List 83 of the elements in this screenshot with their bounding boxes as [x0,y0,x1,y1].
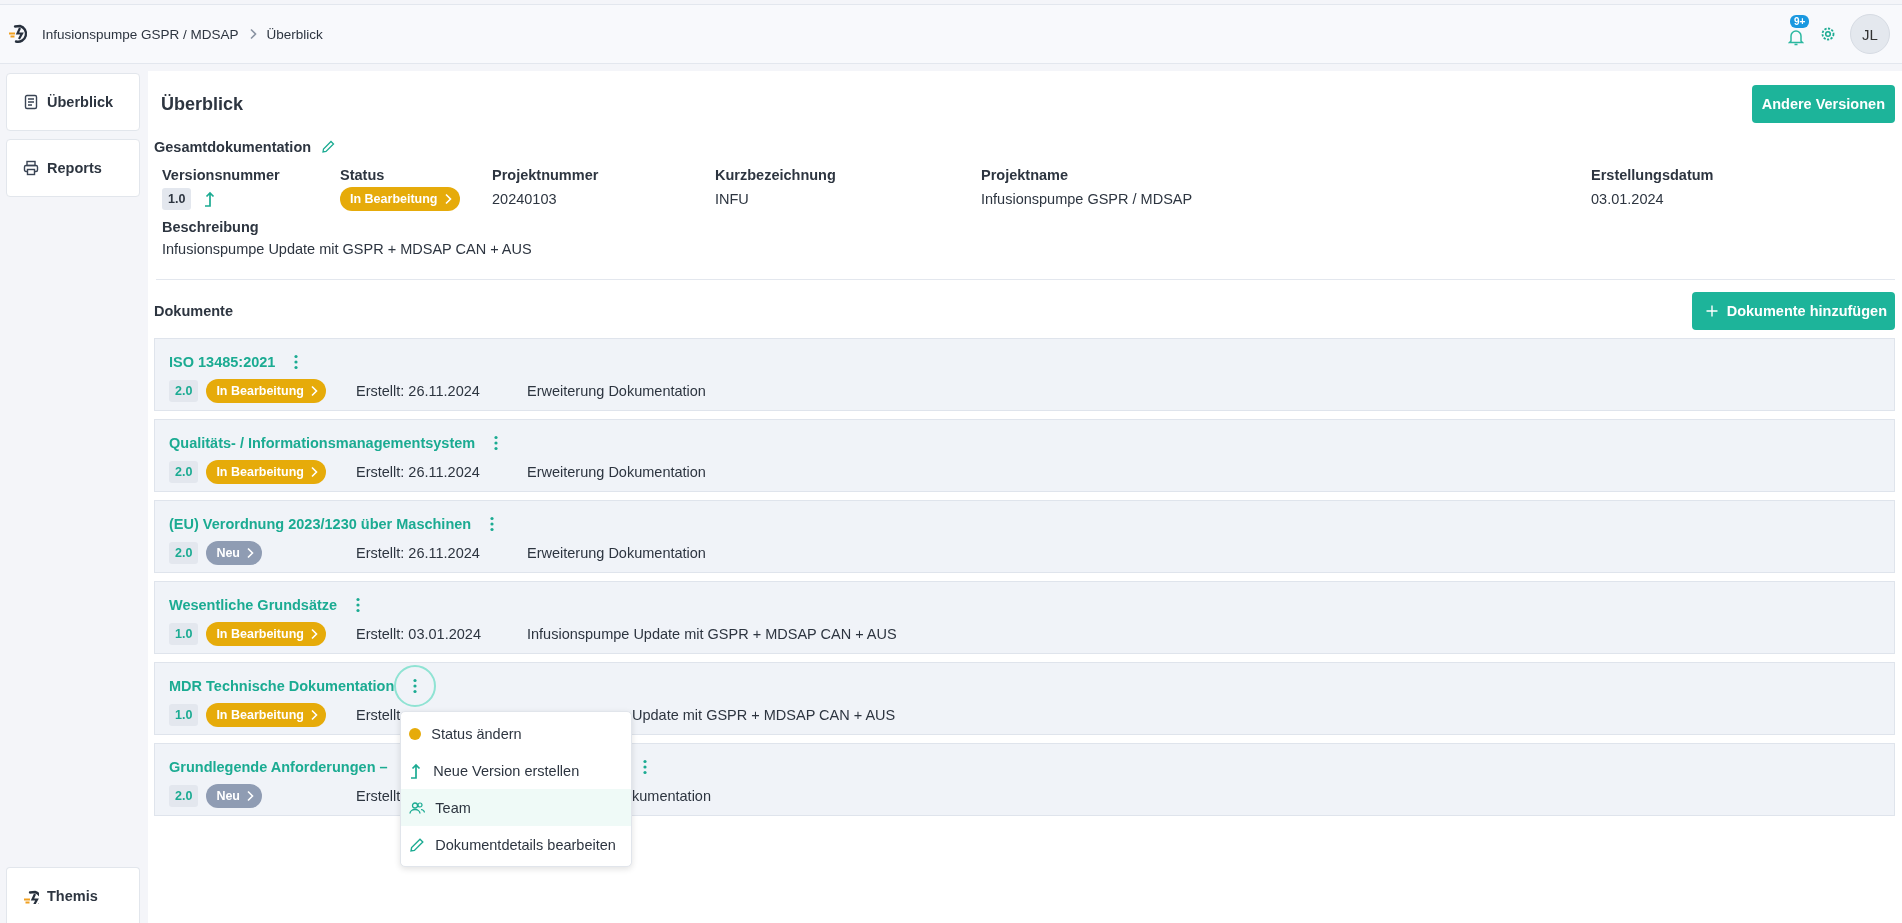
section-title: Dokumente [154,303,233,319]
field-label: Versionsnummer [162,167,281,185]
document-icon [23,94,39,110]
field-value: Infusionspumpe Update mit GSPR + MDSAP CAN + AUS [162,241,533,257]
page-title: Überblick [161,93,244,115]
document-description: Erweiterung Dokumentation [527,464,706,480]
chevron-icon [443,193,452,205]
more-icon [412,678,419,694]
status-button[interactable]: Neu [206,541,262,565]
settings-icon[interactable] [1820,26,1836,42]
document-title-link[interactable]: MDR Technische Dokumentation [169,678,395,694]
version-label: 2.0 [169,785,199,807]
menu-item[interactable]: Team [401,789,632,826]
more-icon [642,759,648,775]
notification-badge: 9+ [1790,15,1810,28]
version-label: 2.0 [169,542,199,564]
breadcrumb-link[interactable]: Überblick [266,26,323,42]
version-label: 1.0 [162,188,192,210]
dot-icon [409,727,422,740]
document-title-link[interactable]: (EU) Verordnung 2023/1230 über Maschinen [169,516,472,532]
add-documents-button[interactable]: Dokumente hinzufügen [1691,292,1895,330]
status-button[interactable]: In Bearbeitung [206,379,326,403]
chevron-icon [309,385,318,397]
menu-item[interactable]: Status ändern [401,715,632,752]
field-value: 20240103 [492,191,557,207]
field-label: Status [340,167,386,185]
pencil-icon[interactable] [321,140,336,154]
status-button[interactable]: In Bearbeitung [206,703,326,727]
more-icon [355,597,362,613]
version-label: 2.0 [169,380,199,402]
other-versions-button[interactable]: Andere Versionen [1751,85,1895,123]
pencil-icon [409,836,426,853]
document-description: Erweiterung Dokumentation [527,383,706,399]
version-label: 2.0 [169,461,199,483]
sidebar-item[interactable]: Überblick [6,73,140,131]
document-title-link[interactable]: ISO 13485:2021 [169,354,276,370]
bell-icon[interactable] [1788,28,1804,46]
field-label: Kurzbezeichnung [715,167,837,185]
chevron-icon [246,790,254,802]
status-button[interactable]: Neu [206,784,262,808]
more-icon [293,354,300,370]
chevron-icon [309,628,318,640]
plus-icon [1705,305,1718,317]
field-label: Beschreibung [162,219,260,237]
menu-item[interactable]: Dokumentdetails bearbeiten [401,826,632,863]
sidebar-footer-item[interactable]: Themis [6,867,140,923]
field-label: Erstellungsdatum [1591,167,1715,185]
sidebar-item[interactable]: Reports [6,139,140,197]
created-date: Erstellt: 26.11.2024 [356,545,480,561]
chevron-icon [248,28,257,40]
document-title-link[interactable]: Wesentliche Grundsätze [169,597,338,613]
status-button[interactable]: In Bearbeitung [206,460,326,484]
field-value: 03.01.2024 [1591,191,1664,207]
section-title: Gesamtdokumentation [154,139,312,155]
menu-item[interactable]: Neue Version erstellen [401,752,632,789]
created-date: Erstellt [356,788,401,804]
document-description: Infusionspumpe Update mit GSPR + MDSAP CAN + AUS [527,626,897,642]
field-label: Projektnummer [492,167,600,185]
document-description: kumentation [632,788,711,804]
more-button[interactable] [394,665,437,707]
field-label: Projektname [981,167,1070,185]
status-button[interactable]: In Bearbeitung [206,622,326,646]
created-date: Erstellt: 03.01.2024 [356,626,481,642]
printer-icon [23,160,39,176]
people-icon [409,800,426,815]
created-date: Erstellt [356,707,401,723]
document-title-link[interactable]: Qualitäts- / Informationsmanagementsystem [169,435,476,451]
more-icon [489,516,496,532]
field-value: INFU [715,191,749,207]
more-icon [493,435,500,451]
chevron-icon [246,547,254,559]
user-avatar[interactable]: JL [1850,14,1890,54]
field-value: Infusionspumpe GSPR / MDSAP [981,191,1193,207]
document-description: Erweiterung Dokumentation [527,545,706,561]
breadcrumb-link[interactable]: Infusionspumpe GSPR / MDSAP [42,26,239,42]
status-button[interactable]: In Bearbeitung [340,187,460,211]
version-label: 1.0 [169,623,199,645]
created-date: Erstellt: 26.11.2024 [356,464,480,480]
document-description: Update mit GSPR + MDSAP CAN + AUS [632,707,896,723]
version-label: 1.0 [169,704,199,726]
created-date: Erstellt: 26.11.2024 [356,383,480,399]
chevron-icon [309,466,318,478]
chevron-icon [309,709,318,721]
